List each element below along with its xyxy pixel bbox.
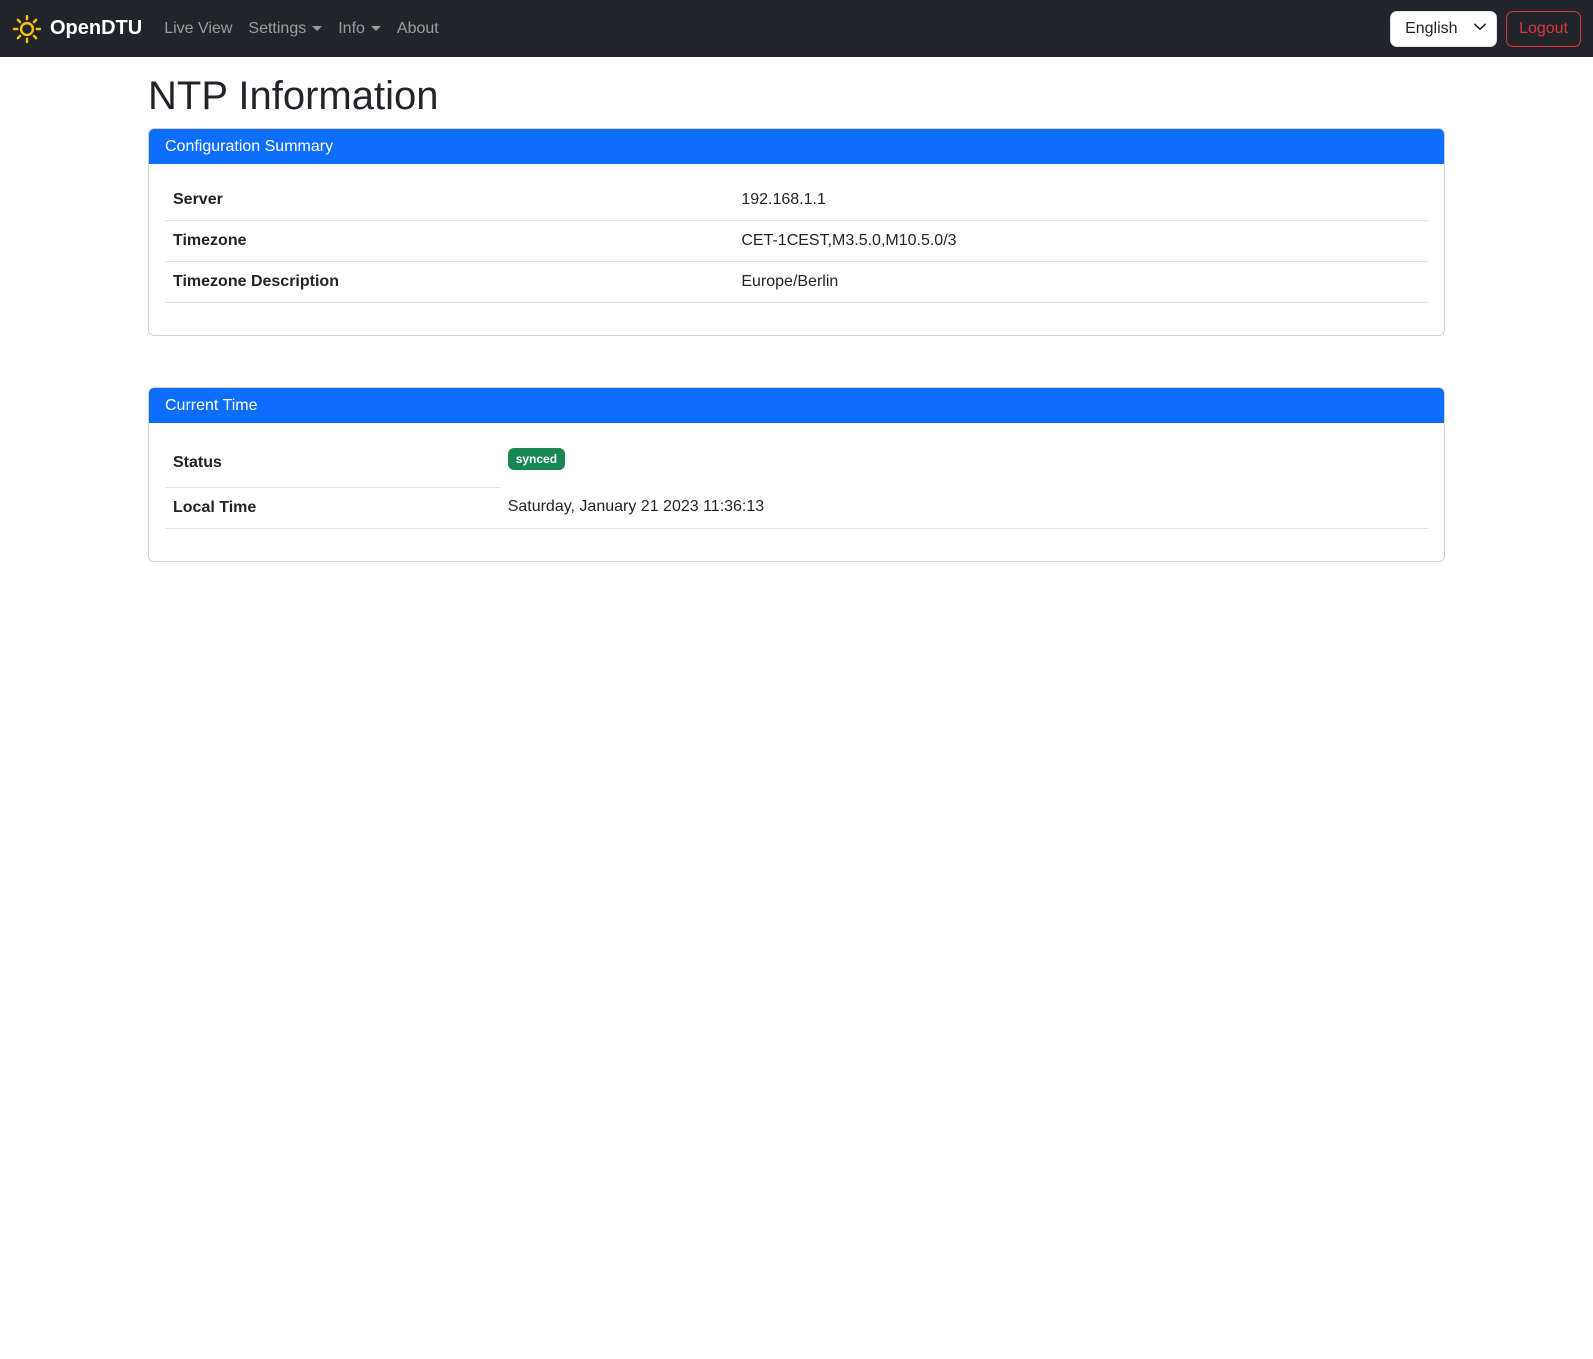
status-badge: synced [508, 448, 565, 470]
table-row: Local Time Saturday, January 21 2023 11:… [165, 487, 1428, 528]
row-value-timezone-description: Europe/Berlin [733, 262, 1428, 303]
brand-link[interactable]: OpenDTU [12, 14, 142, 44]
main-nav: Live View Settings Info About [156, 12, 447, 46]
brand-label: OpenDTU [50, 17, 142, 40]
table-row: Server 192.168.1.1 [165, 180, 1428, 221]
row-label-local-time: Local Time [165, 487, 500, 528]
current-time-header: Current Time [149, 388, 1444, 423]
logout-button[interactable]: Logout [1506, 11, 1581, 47]
nav-settings[interactable]: Settings [240, 12, 330, 46]
nav-settings-label: Settings [248, 20, 306, 38]
table-row: Status synced [165, 439, 1428, 487]
caret-down-icon [312, 26, 322, 31]
row-label-server: Server [165, 180, 733, 221]
nav-info-label: Info [338, 20, 365, 38]
table-row: Timezone Description Europe/Berlin [165, 262, 1428, 303]
current-time-body: Status synced Local Time Saturday, Janua… [149, 423, 1444, 561]
nav-about-label: About [397, 20, 439, 38]
page-title: NTP Information [148, 72, 1445, 120]
nav-about[interactable]: About [389, 12, 447, 46]
nav-live-view-label: Live View [164, 20, 232, 38]
caret-down-icon [371, 26, 381, 31]
configuration-summary-card: Configuration Summary Server 192.168.1.1… [148, 128, 1445, 336]
row-value-status: synced [500, 439, 1428, 487]
table-row: Timezone CET-1CEST,M3.5.0,M10.5.0/3 [165, 221, 1428, 262]
sun-icon [12, 14, 42, 44]
navbar: OpenDTU Live View Settings Info About En… [0, 0, 1593, 57]
language-select-wrap: English [1390, 11, 1497, 47]
language-select[interactable]: English [1390, 11, 1497, 47]
row-value-local-time: Saturday, January 21 2023 11:36:13 [500, 487, 1428, 528]
nav-live-view[interactable]: Live View [156, 12, 240, 46]
configuration-summary-body: Server 192.168.1.1 Timezone CET-1CEST,M3… [149, 164, 1444, 335]
configuration-summary-table: Server 192.168.1.1 Timezone CET-1CEST,M3… [165, 180, 1428, 303]
row-label-timezone-description: Timezone Description [165, 262, 733, 303]
configuration-summary-header: Configuration Summary [149, 129, 1444, 164]
row-label-status: Status [165, 439, 500, 487]
row-label-timezone: Timezone [165, 221, 733, 262]
row-value-server: 192.168.1.1 [733, 180, 1428, 221]
main-content: NTP Information Configuration Summary Se… [148, 57, 1445, 562]
current-time-table: Status synced Local Time Saturday, Janua… [165, 439, 1428, 529]
nav-info[interactable]: Info [330, 12, 389, 46]
current-time-card: Current Time Status synced Local Time Sa… [148, 387, 1445, 562]
navbar-right: English Logout [1390, 11, 1581, 47]
row-value-timezone: CET-1CEST,M3.5.0,M10.5.0/3 [733, 221, 1428, 262]
